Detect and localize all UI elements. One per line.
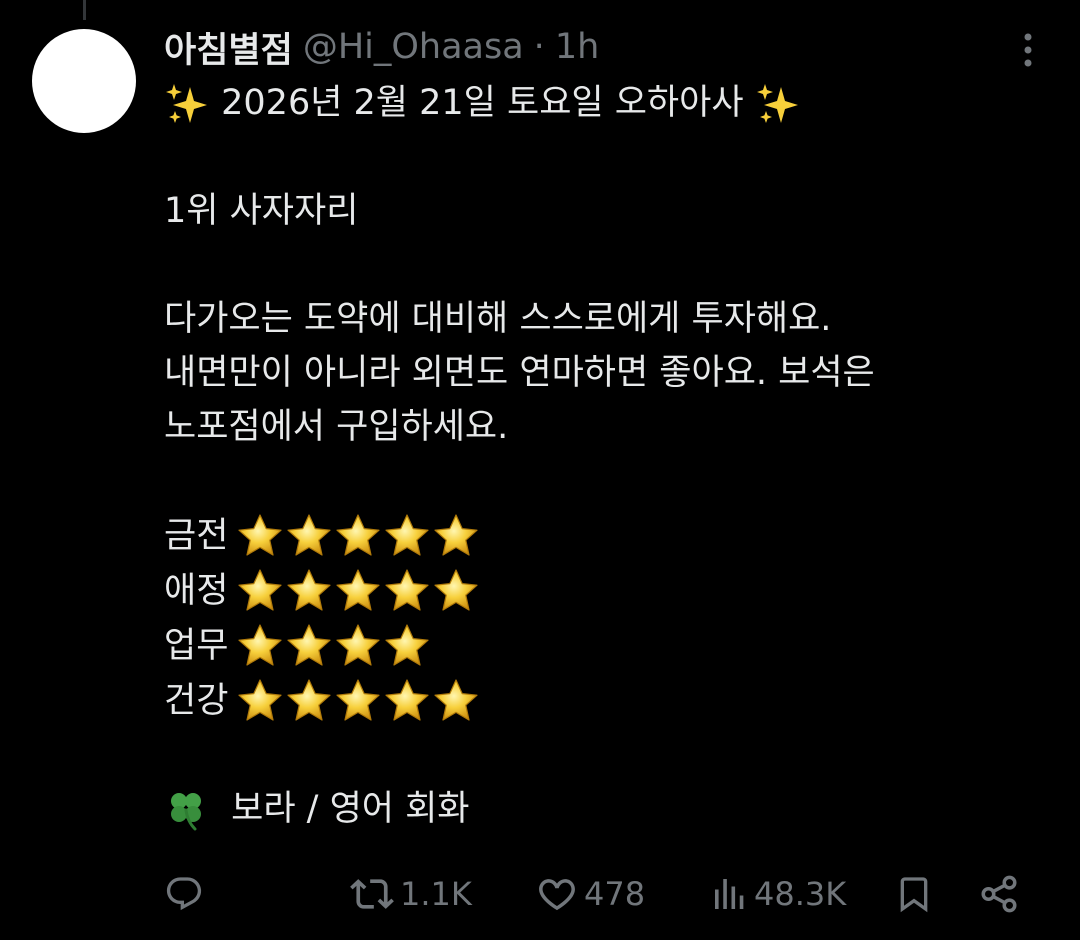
four-leaf-clover-icon — [171, 793, 201, 831]
reply-icon — [166, 877, 202, 911]
reply-button[interactable] — [164, 864, 204, 924]
tweet-text: 2026년 2월 21일 토요일 오하아사 1위 사자자리 다가오는 도약에 대… — [164, 76, 1044, 836]
star-rating — [236, 567, 481, 615]
message-line: 노포점에서 구입하세요. — [164, 407, 509, 447]
heart-icon — [539, 879, 575, 911]
display-name[interactable]: 아침별점 — [164, 22, 293, 73]
star-icon — [434, 513, 479, 556]
star-icon — [336, 678, 381, 721]
star-icon — [287, 678, 332, 721]
user-handle[interactable]: @Hi_Ohaasa — [303, 27, 524, 67]
star-icon — [434, 568, 479, 611]
share-button[interactable] — [978, 864, 1020, 924]
views-button[interactable]: 48.3K — [712, 864, 846, 924]
star-icon — [434, 678, 479, 721]
view-count: 48.3K — [754, 875, 847, 913]
rating-label: 애정 — [164, 570, 229, 611]
views-chart-icon — [715, 879, 744, 909]
tweet-actions: 1.1K 478 48.3K — [164, 864, 1044, 924]
rating-label: 건강 — [164, 680, 229, 721]
retweet-count: 1.1K — [400, 875, 472, 913]
lucky-line: 보라 / 영어 회화 — [164, 782, 1044, 836]
sparkles-icon — [166, 84, 207, 123]
rating-row-money: 금전 — [164, 508, 1044, 563]
rating-row-love: 애정 — [164, 563, 1044, 618]
avatar[interactable] — [32, 29, 136, 133]
rating-label: 업무 — [164, 625, 229, 666]
star-icon — [287, 513, 332, 556]
rank-line: 1위 사자자리 — [164, 191, 359, 231]
rating-label: 금전 — [164, 515, 229, 556]
star-icon — [336, 513, 381, 556]
separator-dot: · — [533, 27, 545, 67]
bookmark-icon — [900, 877, 928, 913]
tweet-title-line: 2026년 2월 21일 토요일 오하아사 — [164, 76, 1044, 130]
more-options-button[interactable] — [1010, 28, 1046, 72]
star-rating — [236, 677, 481, 725]
star-icon — [385, 623, 430, 666]
rating-row-health: 건강 — [164, 673, 1044, 728]
star-icon — [385, 513, 430, 556]
retweet-icon — [350, 879, 394, 909]
star-icon — [238, 513, 283, 556]
message-line: 다가오는 도약에 대비해 스스로에게 투자해요. — [164, 299, 832, 339]
like-button[interactable]: 478 — [536, 864, 645, 924]
star-icon — [287, 623, 332, 666]
star-rating — [236, 622, 432, 670]
timestamp[interactable]: 1h — [555, 27, 599, 67]
lucky-text: 보라 / 영어 회화 — [231, 789, 470, 829]
like-count: 478 — [584, 875, 646, 913]
rating-row-work: 업무 — [164, 618, 1044, 673]
tweet-title: 2026년 2월 21일 토요일 오하아사 — [221, 83, 744, 123]
star-icon — [238, 568, 283, 611]
star-icon — [385, 678, 430, 721]
star-icon — [336, 568, 381, 611]
star-icon — [336, 623, 381, 666]
star-icon — [238, 678, 283, 721]
tweet-header: 아침별점 @Hi_Ohaasa · 1h — [164, 22, 599, 72]
star-icon — [385, 568, 430, 611]
star-icon — [238, 623, 283, 666]
share-icon — [981, 875, 1017, 913]
star-rating — [236, 512, 481, 560]
more-options-icon — [1024, 33, 1032, 67]
star-icon — [287, 568, 332, 611]
bookmark-button[interactable] — [894, 864, 934, 924]
message-line: 내면만이 아니라 외면도 연마하면 좋아요. 보석은 — [164, 353, 875, 393]
sparkles-icon — [756, 84, 798, 123]
retweet-button[interactable]: 1.1K — [350, 864, 472, 924]
thread-line — [83, 0, 86, 20]
